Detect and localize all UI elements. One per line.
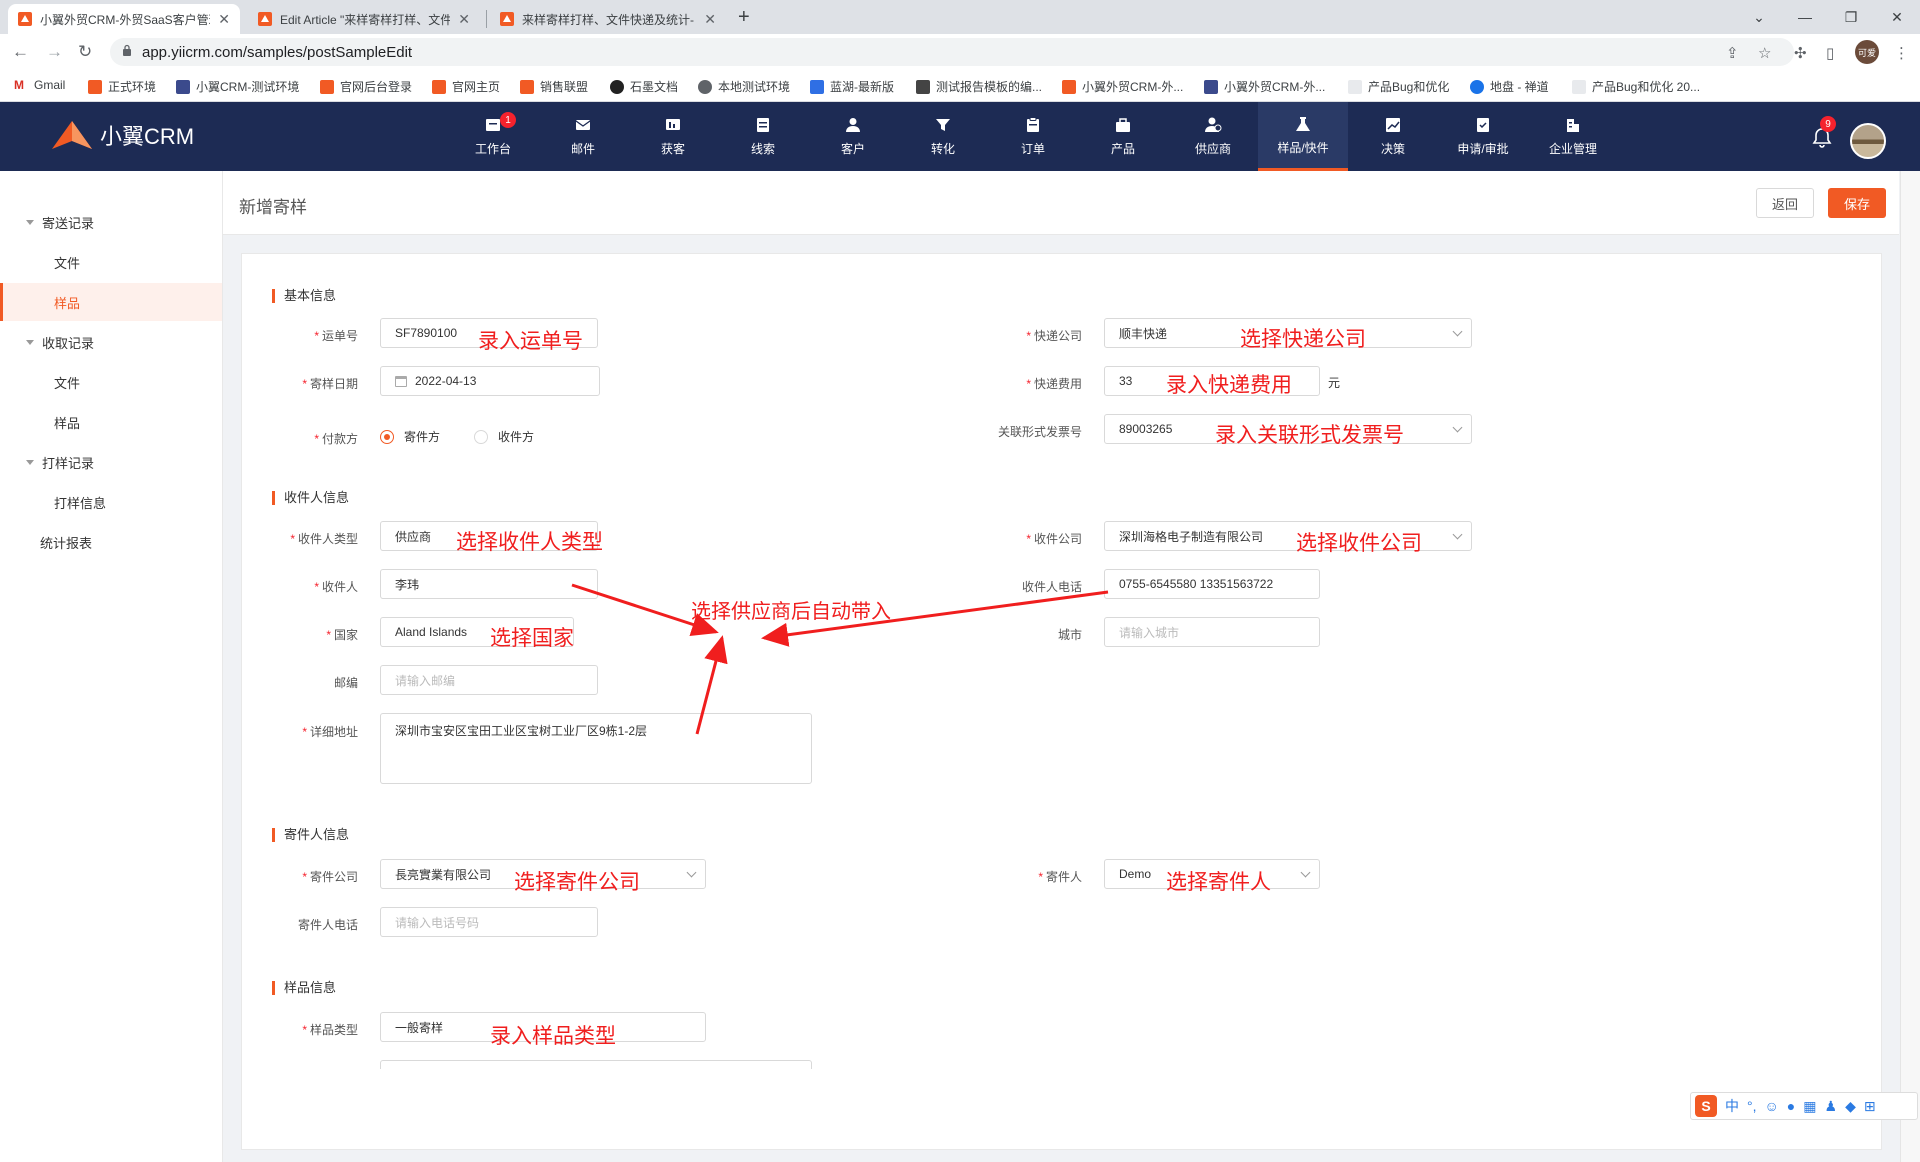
arrow-from-address: [695, 635, 728, 735]
arrow-from-recipient-phone: [761, 590, 1109, 647]
sogou-ime-icon: S: [1695, 1095, 1717, 1117]
microphone-icon[interactable]: ●: [1787, 1098, 1795, 1114]
ime-punctuation-toggle[interactable]: °,: [1747, 1098, 1757, 1114]
skin-icon[interactable]: ◆: [1845, 1098, 1856, 1115]
ime-toolbar[interactable]: S 中 °, ☺ ● ▦ ♟ ◆ ⊞: [1690, 1092, 1918, 1120]
toolbox-icon[interactable]: ⊞: [1864, 1098, 1876, 1115]
user-icon[interactable]: ♟: [1825, 1098, 1838, 1115]
keyboard-icon[interactable]: ▦: [1803, 1098, 1816, 1115]
ime-language-toggle[interactable]: 中: [1725, 1096, 1739, 1116]
arrow-from-recipient-name: [571, 583, 719, 636]
annotation-arrows: [571, 583, 1109, 735]
emoji-icon[interactable]: ☺: [1765, 1098, 1779, 1114]
